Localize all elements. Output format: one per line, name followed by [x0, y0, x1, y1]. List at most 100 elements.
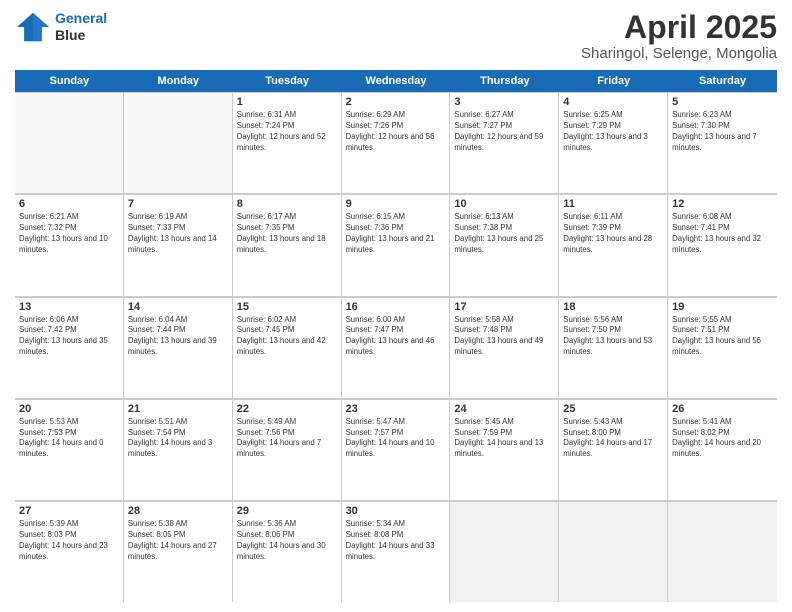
logo-icon [15, 11, 51, 43]
calendar-cell: 20Sunrise: 5:53 AMSunset: 7:53 PMDayligh… [15, 399, 124, 500]
header-monday: Monday [124, 70, 233, 92]
calendar-cell: 6Sunrise: 6:21 AMSunset: 7:32 PMDaylight… [15, 194, 124, 295]
logo-blue: Blue [55, 27, 107, 44]
day-number: 11 [563, 198, 663, 210]
header-sunday: Sunday [15, 70, 124, 92]
cell-details: Sunrise: 6:06 AMSunset: 7:42 PMDaylight:… [19, 315, 119, 359]
cell-details: Sunrise: 5:49 AMSunset: 7:56 PMDaylight:… [237, 417, 337, 461]
calendar-title: April 2025 [581, 10, 777, 45]
calendar-cell: 14Sunrise: 6:04 AMSunset: 7:44 PMDayligh… [124, 297, 233, 398]
cell-details: Sunrise: 5:47 AMSunset: 7:57 PMDaylight:… [346, 417, 446, 461]
day-number: 3 [454, 96, 554, 108]
calendar-subtitle: Sharingol, Selenge, Mongolia [581, 45, 777, 62]
header: General Blue April 2025 Sharingol, Selen… [15, 10, 777, 62]
calendar-cell: 9 Sunrise: 6:15 AMSunset: 7:36 PMDaylight… [342, 194, 451, 295]
cell-details: Sunrise: 5:43 AMSunset: 8:00 PMDaylight:… [563, 417, 663, 461]
calendar-cell: 19 Sunrise: 5:55 AMSunset: 7:51 PMDayligh… [668, 297, 777, 398]
day-number: 25 [563, 403, 663, 415]
calendar-cell: 26Sunrise: 5:41 AMSunset: 8:02 PMDayligh… [668, 399, 777, 500]
cell-details: Sunrise: 6:31 AMSunset: 7:24 PMDaylight:… [237, 110, 337, 154]
day-number: 1 [237, 96, 337, 108]
cell-details: Sunrise: 5:56 AMSunset: 7:50 PMDaylight:… [563, 315, 663, 359]
calendar-cell: 5 Sunrise: 6:23 AMSunset: 7:30 PMDaylight… [668, 92, 777, 193]
cell-details: Sunrise: 5:36 AMSunset: 8:06 PMDaylight:… [237, 519, 337, 563]
calendar-cell: 28 Sunrise: 5:38 AMSunset: 8:05 PMDayligh… [124, 501, 233, 602]
cell-details: Sunrise: 5:55 AMSunset: 7:51 PMDaylight:… [672, 315, 773, 359]
cell-details: Sunrise: 6:25 AMSunset: 7:29 PMDaylight:… [563, 110, 663, 154]
day-number: 8 [237, 198, 337, 210]
calendar-cell [559, 501, 668, 602]
day-number: 2 [346, 96, 446, 108]
calendar-row-4: 27Sunrise: 5:39 AMSunset: 8:03 PMDayligh… [15, 501, 777, 602]
calendar-row-0: 1 Sunrise: 6:31 AMSunset: 7:24 PMDaylight… [15, 92, 777, 194]
calendar-cell [450, 501, 559, 602]
day-number: 16 [346, 301, 446, 313]
day-number: 13 [19, 301, 119, 313]
cell-details: Sunrise: 6:23 AMSunset: 7:30 PMDaylight:… [672, 110, 773, 154]
cell-details: Sunrise: 6:15 AMSunset: 7:36 PMDaylight:… [346, 212, 446, 256]
logo-text: General Blue [55, 10, 107, 44]
cell-details: Sunrise: 6:02 AMSunset: 7:45 PMDaylight:… [237, 315, 337, 359]
day-number: 14 [128, 301, 228, 313]
calendar: Sunday Monday Tuesday Wednesday Thursday… [15, 70, 777, 602]
calendar-cell: 22 Sunrise: 5:49 AMSunset: 7:56 PMDayligh… [233, 399, 342, 500]
day-number: 28 [128, 505, 228, 517]
header-saturday: Saturday [668, 70, 777, 92]
title-block: April 2025 Sharingol, Selenge, Mongolia [581, 10, 777, 62]
calendar-cell: 2Sunrise: 6:29 AMSunset: 7:26 PMDaylight… [342, 92, 451, 193]
cell-details: Sunrise: 6:00 AMSunset: 7:47 PMDaylight:… [346, 315, 446, 359]
calendar-body: 1 Sunrise: 6:31 AMSunset: 7:24 PMDaylight… [15, 92, 777, 602]
day-number: 6 [19, 198, 119, 210]
day-number: 29 [237, 505, 337, 517]
calendar-cell: 13 Sunrise: 6:06 AMSunset: 7:42 PMDayligh… [15, 297, 124, 398]
cell-details: Sunrise: 5:51 AMSunset: 7:54 PMDaylight:… [128, 417, 228, 461]
calendar-header: Sunday Monday Tuesday Wednesday Thursday… [15, 70, 777, 92]
header-tuesday: Tuesday [233, 70, 342, 92]
day-number: 5 [672, 96, 773, 108]
cell-details: Sunrise: 5:58 AMSunset: 7:48 PMDaylight:… [454, 315, 554, 359]
day-number: 4 [563, 96, 663, 108]
day-number: 22 [237, 403, 337, 415]
day-number: 10 [454, 198, 554, 210]
calendar-row-2: 13 Sunrise: 6:06 AMSunset: 7:42 PMDayligh… [15, 297, 777, 399]
logo: General Blue [15, 10, 107, 44]
calendar-cell: 8 Sunrise: 6:17 AMSunset: 7:35 PMDaylight… [233, 194, 342, 295]
day-number: 23 [346, 403, 446, 415]
calendar-cell: 30 Sunrise: 5:34 AMSunset: 8:08 PMDayligh… [342, 501, 451, 602]
calendar-cell [15, 92, 124, 193]
day-number: 20 [19, 403, 119, 415]
calendar-cell: 10 Sunrise: 6:13 AMSunset: 7:38 PMDayligh… [450, 194, 559, 295]
day-number: 15 [237, 301, 337, 313]
day-number: 27 [19, 505, 119, 517]
cell-details: Sunrise: 5:38 AMSunset: 8:05 PMDaylight:… [128, 519, 228, 563]
cell-details: Sunrise: 5:41 AMSunset: 8:02 PMDaylight:… [672, 417, 773, 461]
day-number: 9 [346, 198, 446, 210]
header-thursday: Thursday [450, 70, 559, 92]
day-number: 7 [128, 198, 228, 210]
calendar-cell: 16 Sunrise: 6:00 AMSunset: 7:47 PMDayligh… [342, 297, 451, 398]
day-number: 19 [672, 301, 773, 313]
cell-details: Sunrise: 6:11 AMSunset: 7:39 PMDaylight:… [563, 212, 663, 256]
calendar-cell: 11 Sunrise: 6:11 AMSunset: 7:39 PMDayligh… [559, 194, 668, 295]
day-number: 17 [454, 301, 554, 313]
calendar-row-3: 20Sunrise: 5:53 AMSunset: 7:53 PMDayligh… [15, 399, 777, 501]
calendar-cell: 29 Sunrise: 5:36 AMSunset: 8:06 PMDayligh… [233, 501, 342, 602]
calendar-cell: 27Sunrise: 5:39 AMSunset: 8:03 PMDayligh… [15, 501, 124, 602]
calendar-cell [124, 92, 233, 193]
cell-details: Sunrise: 5:34 AMSunset: 8:08 PMDaylight:… [346, 519, 446, 563]
logo-general: General [55, 10, 107, 26]
header-friday: Friday [559, 70, 668, 92]
page: General Blue April 2025 Sharingol, Selen… [0, 0, 792, 612]
day-number: 30 [346, 505, 446, 517]
cell-details: Sunrise: 6:08 AMSunset: 7:41 PMDaylight:… [672, 212, 773, 256]
cell-details: Sunrise: 6:13 AMSunset: 7:38 PMDaylight:… [454, 212, 554, 256]
cell-details: Sunrise: 6:17 AMSunset: 7:35 PMDaylight:… [237, 212, 337, 256]
calendar-cell: 7Sunrise: 6:19 AMSunset: 7:33 PMDaylight… [124, 194, 233, 295]
calendar-cell [668, 501, 777, 602]
calendar-row-1: 6Sunrise: 6:21 AMSunset: 7:32 PMDaylight… [15, 194, 777, 296]
calendar-cell: 21 Sunrise: 5:51 AMSunset: 7:54 PMDayligh… [124, 399, 233, 500]
day-number: 24 [454, 403, 554, 415]
calendar-cell: 1 Sunrise: 6:31 AMSunset: 7:24 PMDaylight… [233, 92, 342, 193]
day-number: 21 [128, 403, 228, 415]
calendar-cell: 12Sunrise: 6:08 AMSunset: 7:41 PMDayligh… [668, 194, 777, 295]
